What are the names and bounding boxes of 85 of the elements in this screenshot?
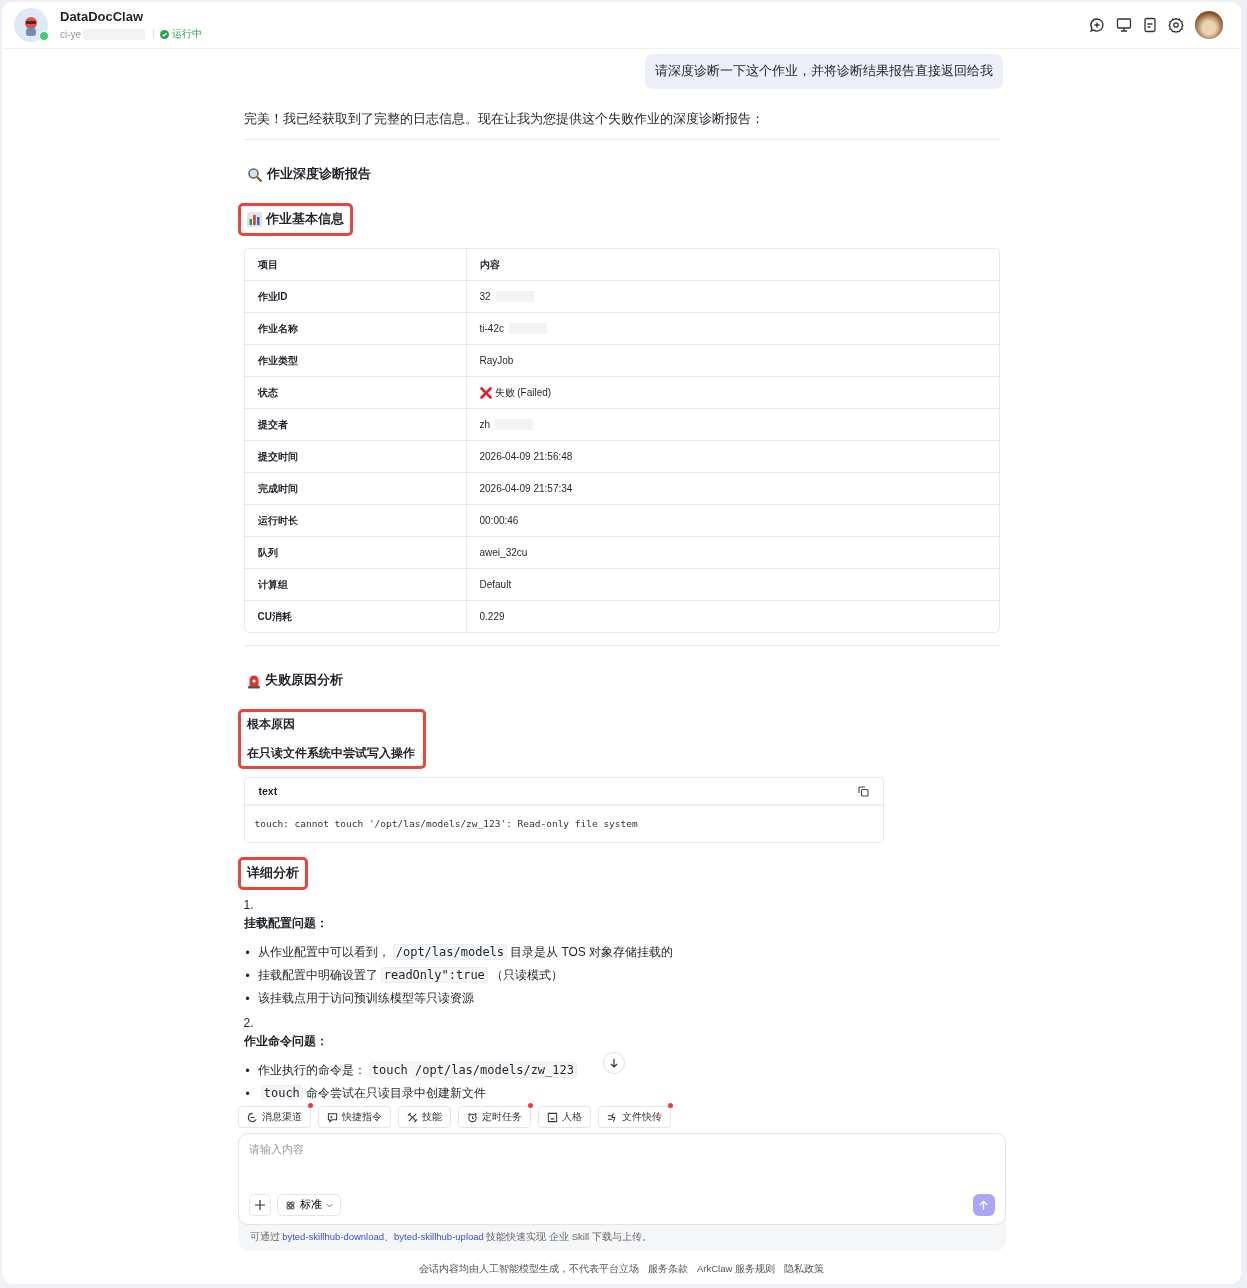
skill-link[interactable]: byted-skillhub-upload — [394, 1231, 484, 1242]
face-icon — [546, 1111, 558, 1123]
bullet-text: 作业执行的命令是： touch /opt/las/models/zw_123 — [257, 1061, 580, 1080]
toolbar-button[interactable]: 人格 — [537, 1106, 591, 1128]
bullet-marker: • — [245, 968, 250, 983]
bar-chart-icon — [246, 212, 262, 227]
column-header: 内容 — [478, 257, 500, 272]
root-cause-text: 在只读文件系统中尝试写入操作 — [246, 745, 415, 762]
mode-dropdown[interactable]: 标准 — [276, 1194, 341, 1216]
arrow-down-icon — [609, 1058, 619, 1068]
table-cell: 2026-04-09 21:57:34 — [479, 483, 573, 494]
bullet-marker: • — [245, 945, 250, 960]
table-cell: 作业ID — [244, 281, 467, 312]
table-cell: awei_32cu — [479, 547, 528, 558]
subheading: 作业命令问题： — [243, 1033, 329, 1050]
toolbar-button[interactable]: 定时任务 — [457, 1106, 531, 1128]
bullet-text: 挂载配置中明确设置了 readOnly":true （只读模式） — [257, 966, 563, 985]
table-cell: 状态 — [244, 377, 467, 408]
table-cell: 作业类型 — [244, 345, 467, 376]
status-badge: 运行中 — [160, 27, 203, 41]
bullet-marker: • — [245, 1063, 250, 1078]
instance-name: ci-ye — [60, 28, 82, 40]
code-text: touch: cannot touch '/opt/las/models/zw_123': Read-only file system — [253, 817, 639, 831]
alarm-clock-icon — [466, 1111, 478, 1123]
subheading: 挂载配置问题： — [243, 915, 329, 932]
document-icon[interactable] — [1143, 17, 1157, 33]
new-chat-icon[interactable] — [1089, 17, 1105, 33]
hint-text: 可通过 byted-skillhub-download、byted-skillhub-upload 技能快速实现 企业 Skill 下载与上传。 — [248, 1230, 653, 1244]
toolbar-button[interactable]: 消息渠道 — [237, 1106, 311, 1128]
section-heading: 失败原因分析 — [237, 664, 352, 697]
bullet-text: 该挂载点用于访问预训练模型等只读资源 — [257, 990, 474, 1007]
table-cell: 00:00:46 — [479, 515, 519, 526]
bullet-marker: • — [245, 991, 250, 1006]
assistant-message: 完美！我已经获取到了完整的日志信息。现在让我为您提供这个失败作业的深度诊断报告： — [243, 111, 765, 128]
section-heading: 作业基本信息 — [237, 203, 353, 236]
scroll-down-button[interactable] — [603, 1052, 625, 1074]
lightning-icon — [606, 1111, 618, 1123]
list-number: 1. — [243, 898, 255, 912]
settings-icon[interactable] — [1168, 17, 1184, 33]
footer-link[interactable]: ArkClaw 服务规则 — [697, 1263, 775, 1276]
caret-icon — [325, 1201, 333, 1209]
app-name: DataDocClaw — [60, 9, 145, 24]
bullet-text: 从作业配置中可以看到， /opt/las/models 目录是从 TOS 对象存储挂载的 — [257, 943, 674, 962]
bullet-text: touch 命令尝试在只读目录中创建新文件 — [257, 1084, 486, 1100]
table-cell: 运行时长 — [244, 505, 467, 536]
arrow-up-icon — [978, 1199, 989, 1211]
subheading: 根本原因 — [246, 716, 296, 733]
copy-icon[interactable] — [857, 785, 869, 797]
tools-icon — [406, 1111, 418, 1123]
table-cell: CU消耗 — [244, 601, 467, 632]
footer-link[interactable]: 服务条款 — [648, 1263, 688, 1276]
message-input[interactable]: 请输入内容 标准 — [237, 1133, 1006, 1225]
atom-icon — [284, 1199, 296, 1211]
footer-link[interactable]: 隐私政策 — [784, 1263, 824, 1276]
add-button[interactable] — [248, 1194, 271, 1216]
terminal-icon — [326, 1111, 338, 1123]
user-message: 请深度诊断一下这个作业，并将诊断结果报告直接返回给我 — [644, 54, 1003, 89]
bullet-marker: • — [245, 1086, 250, 1100]
table-cell: 提交时间 — [244, 441, 467, 472]
user-avatar[interactable] — [1195, 11, 1223, 39]
table-cell: 32 — [479, 291, 491, 302]
table-cell: 提交者 — [244, 409, 467, 440]
monitor-icon[interactable] — [1116, 17, 1132, 33]
toolbar-button[interactable]: 技能 — [397, 1106, 451, 1128]
disclaimer-text: 会话内容均由人工智能模型生成，不代表平台立场 — [419, 1263, 639, 1276]
table-cell: RayJob — [479, 355, 514, 366]
table-cell: 2026-04-09 21:56:48 — [479, 451, 573, 462]
table-cell: Default — [479, 579, 512, 590]
toolbar-button[interactable]: 快捷指令 — [317, 1106, 391, 1128]
table-cell: 失败 (Failed) — [494, 385, 552, 400]
code-language: text — [258, 785, 278, 797]
section-heading: 详细分析 — [237, 857, 308, 890]
table-cell: 队列 — [244, 537, 467, 568]
table-cell: 计算组 — [244, 569, 467, 600]
column-header: 项目 — [244, 249, 467, 280]
table-cell: 0.229 — [479, 611, 505, 622]
list-number: 2. — [243, 1016, 255, 1030]
table-cell: zh — [479, 419, 491, 430]
plus-icon — [254, 1200, 265, 1210]
table-cell: ti-42c — [479, 323, 504, 334]
table-cell: 作业名称 — [244, 313, 467, 344]
magnifier-icon — [246, 166, 263, 183]
toolbar-button[interactable]: 文件快传 — [597, 1106, 671, 1128]
section-heading: 作业深度诊断报告 — [237, 158, 380, 191]
table-cell: 完成时间 — [244, 473, 467, 504]
